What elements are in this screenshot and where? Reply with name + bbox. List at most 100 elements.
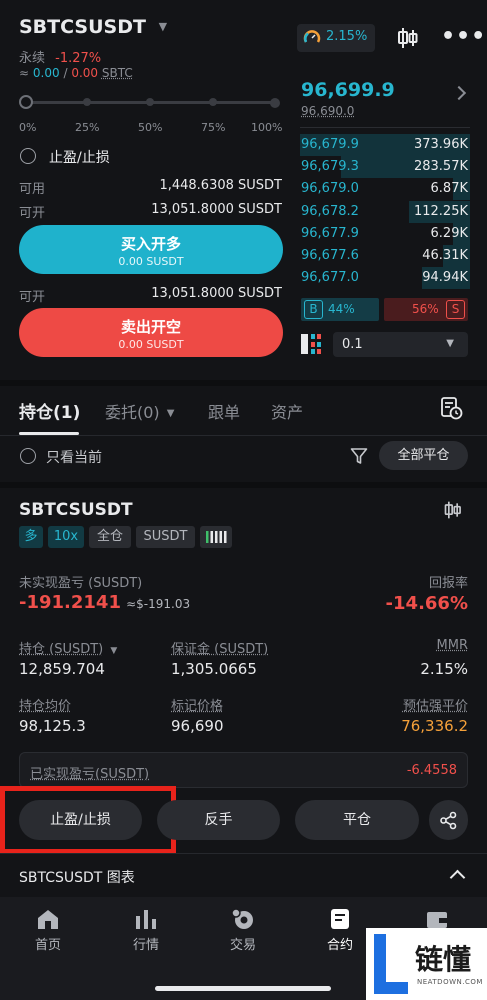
mmr-label: MMR xyxy=(436,638,468,653)
leverage-slider[interactable] xyxy=(19,95,282,111)
buy-long-button[interactable]: 买入开多 0.00 SUSDT xyxy=(19,225,283,274)
margin-value: 1,305.0665 xyxy=(171,660,257,678)
bid-row[interactable]: 96,678.2 112.25K xyxy=(300,200,470,223)
symbol-title[interactable]: SBTCSUSDT ▼ xyxy=(19,16,167,38)
contract-icon xyxy=(331,909,349,929)
chevron-right-icon[interactable] xyxy=(451,85,467,101)
bid-row[interactable]: 96,677.9 6.29K xyxy=(300,222,470,245)
home-indicator xyxy=(155,986,331,991)
history-record-icon[interactable] xyxy=(439,396,463,420)
bid-row[interactable]: 96,679.0 6.87K xyxy=(300,178,470,201)
side-tag: 多 xyxy=(19,526,43,548)
mmr-value: 2.15% xyxy=(420,660,468,678)
slider-tick: 0% xyxy=(19,121,37,134)
buy-badge: B xyxy=(304,300,323,319)
nav-trade[interactable]: 交易 xyxy=(213,908,273,953)
tab-assets[interactable]: 资产 xyxy=(271,399,303,423)
trade-icon xyxy=(231,908,253,929)
only-current-checkbox[interactable]: 只看当前 xyxy=(19,446,139,466)
bid-price: 96,677.9 xyxy=(301,225,359,241)
slider-tick: 100% xyxy=(251,121,283,134)
risk-level-tag xyxy=(200,526,232,548)
entry-price-label: 持仓均价 xyxy=(19,699,72,714)
open-long-value: 13,051.8000 SUSDT xyxy=(151,202,282,217)
leverage-tag[interactable]: 10x xyxy=(48,526,84,548)
close-all-button[interactable]: 全部平仓 xyxy=(379,441,468,470)
change-percent: -1.27% xyxy=(55,51,102,66)
symbol-label: SBTCSUSDT xyxy=(19,16,146,38)
caret-down-icon: ▼ xyxy=(158,20,168,33)
buy-ratio-bar: B 44% xyxy=(301,298,379,321)
unrealized-pnl-label: 未实现盈亏 (SUSDT) xyxy=(19,576,143,591)
last-price: 96,699.9 xyxy=(301,79,395,101)
home-icon xyxy=(38,910,58,929)
caret-down-icon: ▼ xyxy=(110,646,118,656)
filter-icon[interactable] xyxy=(350,447,368,465)
bid-qty: 112.25K xyxy=(413,203,468,219)
market-icon xyxy=(136,910,156,929)
precision-select[interactable]: 0.1 ▼ xyxy=(333,332,468,357)
wallet-icon xyxy=(427,912,447,928)
position-long: 0.00 xyxy=(32,66,60,80)
risk-bars-icon xyxy=(206,531,227,543)
funding-rate-badge[interactable]: 2.15% xyxy=(297,24,375,52)
bid-qty: 94.94K xyxy=(422,270,468,286)
mark-price: 96,690.0 xyxy=(301,104,355,118)
currency-tag: SUSDT xyxy=(136,526,195,548)
position-summary: ≈ 0.00 / 0.00 SBTC xyxy=(19,66,133,80)
kline-icon[interactable] xyxy=(396,26,420,50)
available-value: 1,448.6308 SUSDT xyxy=(159,178,282,193)
nav-home[interactable]: 首页 xyxy=(18,908,78,953)
share-icon xyxy=(440,811,457,830)
nav-market[interactable]: 行情 xyxy=(116,908,176,953)
tpsl-button[interactable]: 止盈/止损 xyxy=(19,800,142,840)
realized-pnl-row: 已实现盈亏(SUSDT) -6.4558 xyxy=(19,752,468,788)
watermark-logo: 链懂 NEATDOWN.COM xyxy=(366,928,487,1000)
bid-row[interactable]: 96,679.3 283.57K xyxy=(300,156,470,179)
watermark-mark-icon xyxy=(374,934,408,994)
sell-ratio-bar: 56% S xyxy=(384,298,468,321)
chart-section-title[interactable]: SBTCSUSDT 图表 xyxy=(19,867,135,887)
liq-price-label: 预估强平价 xyxy=(402,699,468,714)
mark-price-value: 96,690 xyxy=(171,717,224,735)
nav-contract[interactable]: 合约 xyxy=(310,908,370,953)
more-icon[interactable]: ••• xyxy=(441,24,486,49)
bid-qty: 373.96K xyxy=(413,137,468,152)
available-label: 可用 xyxy=(19,182,46,197)
bid-price: 96,677.0 xyxy=(301,270,359,286)
bid-row[interactable]: 96,677.0 94.94K xyxy=(300,267,470,290)
tab-positions[interactable]: 持仓(1) xyxy=(19,398,80,423)
close-position-button[interactable]: 平仓 xyxy=(295,800,419,840)
reverse-button[interactable]: 反手 xyxy=(157,800,280,840)
bid-price: 96,679.3 xyxy=(301,159,359,175)
bid-price: 96,679.0 xyxy=(301,181,359,197)
bid-price: 96,677.6 xyxy=(301,248,359,263)
bid-row[interactable]: 96,679.9 373.96K xyxy=(300,134,470,156)
sell-short-button[interactable]: 卖出开空 0.00 SUSDT xyxy=(19,308,283,357)
tab-orders[interactable]: 委托(0) ▼ xyxy=(105,399,174,423)
sell-badge: S xyxy=(446,300,465,319)
tab-copytrade[interactable]: 跟单 xyxy=(208,399,240,423)
open-short-value: 13,051.8000 SUSDT xyxy=(151,286,282,301)
size-value: 12,859.704 xyxy=(19,660,105,678)
mark-price-label: 标记价格 xyxy=(171,699,224,714)
bid-row[interactable]: 96,677.6 46.31K xyxy=(300,245,470,267)
bid-qty: 6.29K xyxy=(430,225,468,241)
depth-view-icon[interactable] xyxy=(300,333,322,355)
gauge-icon xyxy=(303,30,321,43)
open-long-label: 可开 xyxy=(19,206,46,221)
bid-price: 96,678.2 xyxy=(301,203,359,219)
open-short-label: 可开 xyxy=(19,290,46,305)
checkbox-circle-icon xyxy=(20,148,36,164)
bid-price: 96,679.9 xyxy=(301,137,359,152)
roe-value: -14.66% xyxy=(385,593,468,614)
position-short: 0.00 xyxy=(71,66,99,80)
caret-down-icon: ▼ xyxy=(166,408,175,419)
slider-tick: 25% xyxy=(75,121,100,134)
chevron-up-icon[interactable] xyxy=(449,869,466,886)
margin-mode-tag: 全仓 xyxy=(89,526,131,548)
kline-icon[interactable] xyxy=(443,500,463,520)
share-button[interactable] xyxy=(429,800,468,840)
caret-down-icon: ▼ xyxy=(446,338,454,349)
size-label[interactable]: 持仓 (SUSDT) ▼ xyxy=(19,638,117,657)
